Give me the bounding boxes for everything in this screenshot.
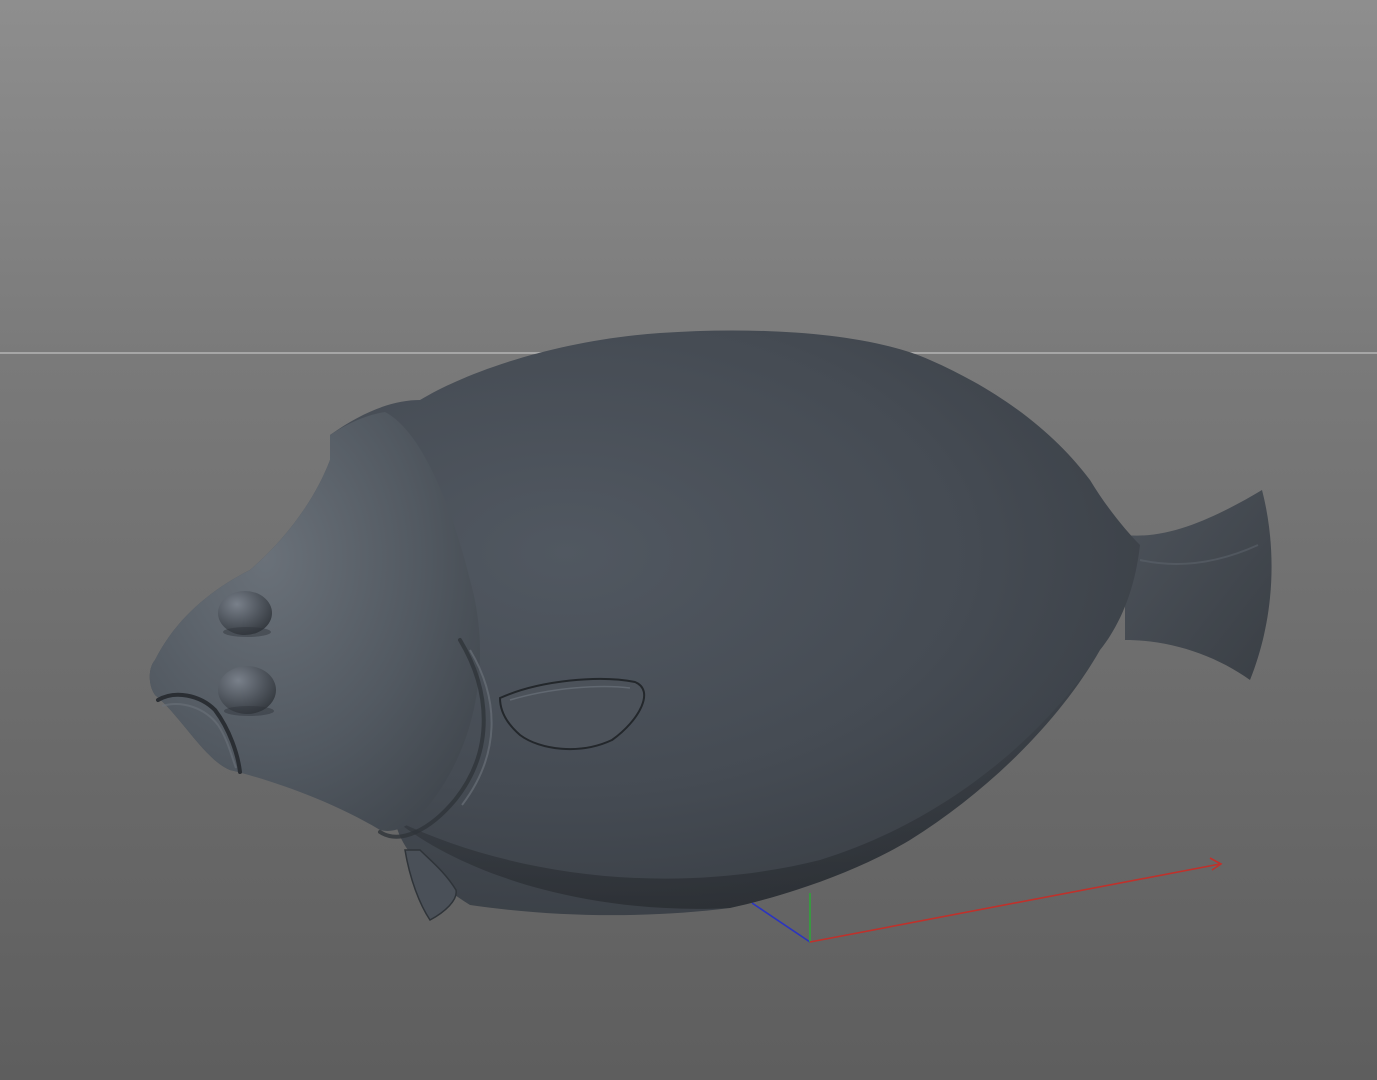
x-axis-arrowhead [1209, 857, 1223, 871]
fish-head [149, 412, 480, 831]
upper-eye-shadow [223, 627, 271, 637]
viewport-scene[interactable] [0, 0, 1377, 1080]
z-axis [751, 902, 811, 943]
x-axis [809, 863, 1221, 943]
3d-viewport[interactable] [0, 0, 1377, 1080]
lower-eye-shadow [224, 706, 274, 716]
tail-fin [1125, 490, 1272, 680]
flatfish-model[interactable] [149, 330, 1272, 921]
